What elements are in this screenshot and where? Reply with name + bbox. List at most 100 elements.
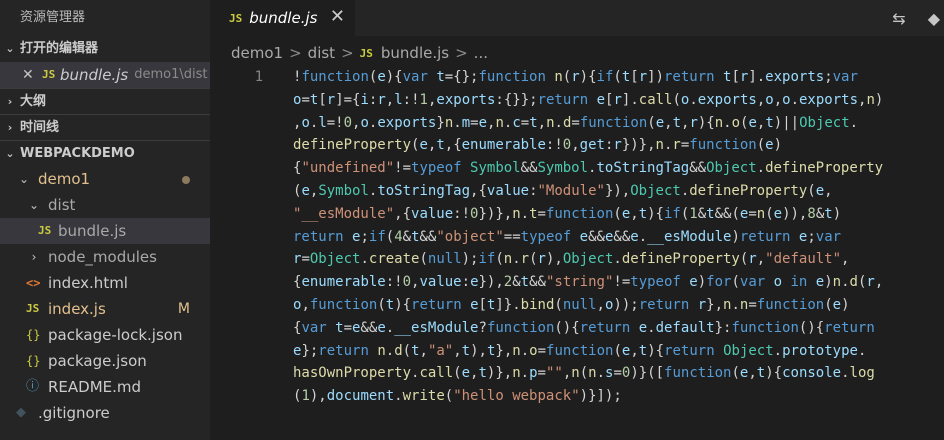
tab-bundle-js[interactable]: JS bundle.js ✕: [211, 0, 355, 36]
code-token: function: [579, 114, 648, 131]
tree-file-index-html[interactable]: <> index.html: [0, 270, 210, 296]
code-token: return: [638, 296, 698, 313]
code-token: =: [748, 205, 757, 222]
file-label: index.js: [48, 300, 106, 318]
code-token: .: [385, 319, 395, 336]
code-line: o=t[r]={i:r,l:!1,exports:{}};return e[r]…: [293, 89, 944, 112]
tree-file-gitignore[interactable]: ◆ .gitignore: [0, 400, 210, 426]
tree-folder-demo1[interactable]: ⌄ demo1: [0, 166, 210, 192]
code-token: ): [841, 296, 850, 313]
explorer-sidebar: 资源管理器 ⌄ 打开的编辑器 ✕ JS bundle.js demo1\dist…: [0, 0, 211, 440]
compare-changes-icon[interactable]: ⇆: [892, 9, 905, 28]
code-token: .: [613, 251, 622, 268]
code-token: }: [436, 114, 445, 131]
code-token: o: [529, 342, 538, 359]
tree-folder-dist[interactable]: ⌄ dist: [0, 192, 210, 218]
code-token: function: [486, 319, 555, 336]
code-token: defineProperty: [293, 137, 412, 154]
line-number: 1: [254, 69, 263, 85]
tree-file-package-lock-json[interactable]: {} package-lock.json: [0, 322, 210, 348]
code-token: "": [545, 365, 563, 382]
tree-file-index-js[interactable]: JS index.js M: [0, 296, 210, 322]
code-token: (: [731, 274, 740, 291]
open-editor-item[interactable]: ✕ JS bundle.js demo1\dist: [0, 62, 210, 88]
code-token: (: [672, 91, 681, 108]
close-icon[interactable]: ✕: [330, 6, 345, 27]
code-token: i: [360, 91, 369, 108]
code-token: :!: [545, 137, 563, 154]
code-token: e: [638, 319, 648, 336]
code-token: e: [478, 114, 487, 131]
code-token: r: [613, 137, 622, 154]
code-token: =: [470, 114, 479, 131]
code-token: n: [571, 365, 580, 382]
code-token: function: [664, 365, 732, 382]
code-token: e: [377, 319, 386, 336]
code-token: ),: [470, 342, 487, 359]
tree-file-readme-md[interactable]: ⓘ README.md: [0, 374, 210, 400]
code-token: n: [546, 114, 555, 131]
code-token: t: [385, 296, 395, 313]
code-token: ,{: [444, 137, 462, 154]
more-actions-icon[interactable]: ◆: [928, 9, 940, 28]
code-token: __esModule: [394, 319, 479, 336]
code-token: 8: [807, 205, 816, 222]
code-token: return: [663, 69, 723, 85]
code-token: ,: [571, 137, 580, 154]
code-token: ){: [765, 365, 783, 382]
code-token: o: [731, 114, 741, 131]
tree-folder-node-modules[interactable]: › node_modules: [0, 244, 210, 270]
code-token: .: [360, 251, 369, 268]
breadcrumb-item[interactable]: demo1: [231, 44, 283, 62]
outline-header[interactable]: › 大纲: [0, 88, 210, 114]
breadcrumb-item[interactable]: dist: [308, 44, 335, 62]
code-token: var: [739, 274, 774, 291]
code-content[interactable]: !function(e){var t={};function n(r){if(t…: [293, 66, 944, 408]
chevron-right-icon: ›: [31, 250, 37, 264]
code-token: t: [638, 205, 648, 222]
code-line: !function(e){var t={};function n(r){if(t…: [293, 66, 944, 89]
code-line: {enumerable:!0,value:e}),2&t&&"string"!=…: [293, 271, 944, 294]
code-line: r=Object.create(null);if(n.r(r),Object.d…: [293, 248, 944, 271]
code-token: .: [680, 182, 690, 199]
code-token: var: [815, 228, 842, 245]
code-token: t: [672, 114, 681, 131]
open-editors-header[interactable]: ⌄ 打开的编辑器: [0, 36, 210, 62]
code-token: defineProperty: [621, 251, 740, 268]
close-icon[interactable]: ✕: [22, 62, 42, 88]
breadcrumb-item[interactable]: bundle.js: [381, 44, 449, 62]
code-token: Object: [309, 251, 361, 268]
code-line: {"undefined"!=typeof Symbol&&Symbol.toSt…: [293, 157, 944, 180]
code-token: n: [554, 69, 563, 85]
code-editor[interactable]: 1 !function(e){var t={};function n(r){if…: [211, 66, 944, 440]
code-token: typeof: [520, 228, 580, 245]
code-token: );: [461, 251, 479, 268]
code-token: null: [562, 296, 597, 313]
code-token: .: [512, 251, 521, 268]
code-token: &: [512, 274, 521, 291]
code-token: e: [815, 274, 825, 291]
code-token: e: [765, 137, 774, 154]
timeline-header[interactable]: › 时间线: [0, 114, 210, 140]
code-token: get: [579, 137, 605, 154]
code-token: .: [453, 114, 462, 131]
code-token: exports: [377, 114, 437, 131]
breadcrumb-item[interactable]: ...: [474, 44, 488, 62]
code-token: .: [394, 388, 403, 405]
code-token: "undefined": [301, 160, 395, 177]
code-token: :: [529, 182, 538, 199]
code-token: ,: [756, 251, 766, 268]
code-token: )||: [773, 114, 800, 131]
code-token: e: [630, 228, 639, 245]
code-token: exports: [697, 91, 757, 108]
code-token: !=: [613, 274, 631, 291]
tree-file-package-json[interactable]: {} package.json: [0, 348, 210, 374]
file-label: .gitignore: [38, 404, 110, 422]
code-token: ,: [537, 114, 547, 131]
code-token: function: [689, 137, 757, 154]
tree-file-bundle-js[interactable]: JS bundle.js: [0, 218, 210, 244]
code-token: if: [478, 251, 496, 268]
project-header[interactable]: ⌄ WEBPACKDEMO: [0, 140, 210, 166]
open-editors-label: 打开的编辑器: [20, 41, 99, 56]
info-icon: ⓘ: [26, 379, 40, 394]
